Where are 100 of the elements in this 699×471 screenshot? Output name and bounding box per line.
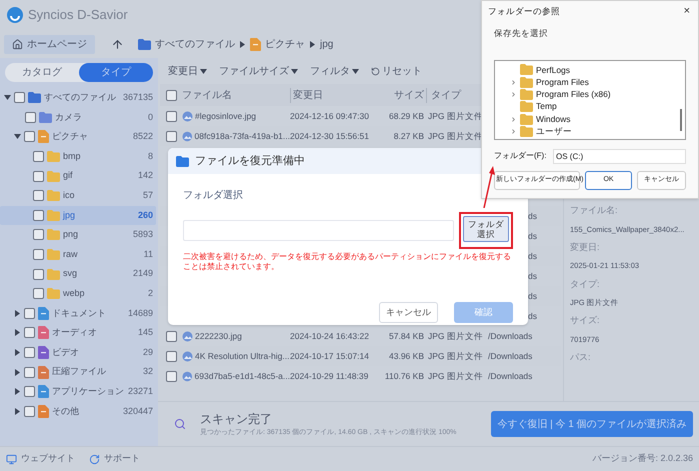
reset-button[interactable]: リセット (371, 64, 422, 78)
tree-item[interactable]: raw 11 (0, 244, 156, 264)
tree-item[interactable]: 圧縮ファイル 32 (0, 362, 156, 382)
folder-item[interactable]: Windows (509, 112, 677, 126)
tree-item[interactable]: カメラ 0 (0, 108, 156, 128)
tree-item[interactable]: gif 142 (0, 166, 156, 186)
sort-dropdown[interactable]: ファイルサイズ (219, 64, 298, 78)
caret-down-icon[interactable] (4, 94, 11, 102)
checkbox[interactable] (33, 170, 44, 182)
up-arrow-icon[interactable] (111, 38, 124, 50)
monitor-icon (6, 454, 17, 464)
caret-right-icon[interactable] (14, 329, 21, 336)
close-button[interactable]: × (682, 2, 692, 20)
checkbox[interactable] (33, 190, 44, 202)
checkbox[interactable] (166, 330, 176, 342)
checkbox[interactable] (24, 308, 35, 319)
column-header[interactable]: ファイル名 (182, 88, 290, 102)
modified-date: 2024-10-24 16:43:22 (290, 330, 369, 341)
tree-item[interactable]: ドキュメント 14689 (0, 304, 156, 324)
tree-item[interactable]: アプリケーション 23271 (0, 382, 156, 402)
file-name: 2222230.jpg (195, 330, 242, 342)
folder-icon (47, 210, 60, 221)
folder-name-field[interactable]: OS (C:) (553, 148, 686, 164)
checkbox[interactable] (166, 370, 176, 382)
home-button[interactable]: ホームページ (4, 34, 95, 54)
checkbox[interactable] (24, 347, 35, 358)
file-name: 693d7ba5-e1d1-48c5-a... (194, 370, 290, 382)
sort-dropdown[interactable]: 変更日 (168, 64, 207, 78)
folder-item[interactable]: ユーザー (509, 125, 677, 138)
checkbox[interactable] (33, 249, 44, 260)
checkbox[interactable] (166, 110, 176, 122)
breadcrumb-link[interactable]: ピクチャ (265, 36, 305, 52)
caret-right-icon[interactable] (14, 310, 21, 317)
version-text: バージョン番号: 2.0.2.36 (592, 452, 693, 466)
folder-item[interactable]: Program Files (x86) (509, 88, 677, 101)
tree-item[interactable]: オーディオ 145 (0, 323, 156, 343)
checkbox[interactable] (166, 90, 176, 100)
caret-down-icon[interactable] (200, 68, 207, 74)
checkbox[interactable] (33, 288, 44, 300)
folder-icon (47, 249, 60, 260)
checkbox[interactable] (14, 92, 25, 104)
column-header[interactable]: 変更日 (290, 88, 384, 102)
folder-item[interactable]: Temp (509, 100, 677, 113)
tree-item[interactable]: webp 2 (0, 284, 156, 304)
tree-label: ピクチャ (52, 130, 89, 144)
caret-down-icon[interactable] (291, 68, 298, 74)
tree-item[interactable]: png 5893 (0, 225, 156, 245)
caret-down-icon[interactable] (14, 133, 21, 140)
caret-right-icon[interactable] (14, 349, 21, 356)
item-count: 0 (148, 110, 153, 124)
footer-link[interactable]: サポート (89, 452, 140, 466)
caret-right-icon[interactable] (14, 408, 21, 415)
tree-item[interactable]: ico 57 (0, 186, 156, 206)
caret-down-icon[interactable] (352, 68, 359, 74)
sort-dropdown[interactable]: フィルタ (310, 64, 359, 78)
checkbox[interactable] (25, 112, 36, 123)
tree-item[interactable]: svg 2149 (0, 264, 156, 284)
warning-text: 二次被害を避けるため、データを復元する必要があるパーティションにファイルを復元することは禁止されています。 (183, 252, 512, 272)
browse-folder-button[interactable]: フォルダ選択 (463, 216, 509, 242)
checkbox[interactable] (166, 350, 176, 362)
tree-item[interactable]: その他 320447 (0, 402, 156, 422)
folder-item[interactable]: PerfLogs (509, 64, 677, 76)
caret-right-icon[interactable] (14, 368, 21, 376)
caret-right-icon[interactable] (239, 40, 246, 48)
tree-item[interactable]: ピクチャ 8522 (0, 127, 156, 147)
checkbox[interactable] (33, 229, 44, 240)
file-type: JPG 图片文件 (428, 130, 483, 141)
column-header[interactable]: タイプ (426, 88, 461, 102)
document-icon (38, 306, 49, 320)
tree-item[interactable]: ビデオ 29 (0, 342, 156, 362)
checkbox[interactable] (24, 131, 35, 142)
checkbox[interactable] (24, 366, 35, 378)
file-type: JPG 图片文件 (428, 330, 483, 341)
breadcrumb-link[interactable]: すべてのファイル (155, 36, 235, 52)
tree-item[interactable]: jpg 260 (0, 206, 156, 226)
tree-item[interactable]: bmp 8 (0, 146, 156, 166)
recover-button[interactable]: 今すぐ復旧 | 今 1 個のファイルが選択済み (491, 411, 693, 437)
view-tab[interactable]: カタログ (5, 63, 79, 82)
checkbox[interactable] (24, 406, 35, 417)
breadcrumb-link[interactable]: jpg (320, 36, 334, 52)
checkbox[interactable] (33, 151, 44, 162)
file-size: 110.76 KB (384, 370, 424, 382)
home-icon (12, 38, 23, 50)
checkbox[interactable] (33, 210, 44, 221)
footer-link[interactable]: ウェブサイト (6, 452, 75, 466)
folder-path-field[interactable] (183, 220, 454, 241)
folder-item[interactable]: Program Files (509, 76, 677, 88)
tree-label: その他 (52, 404, 80, 418)
cancel-button[interactable]: キャンセル (379, 302, 438, 323)
caret-right-icon[interactable] (14, 388, 21, 396)
checkbox[interactable] (24, 386, 35, 398)
checkbox[interactable] (166, 130, 176, 142)
tree-item[interactable]: すべてのファイル 367135 (0, 88, 156, 108)
checkbox[interactable] (24, 327, 35, 338)
view-tab[interactable]: タイプ (79, 63, 153, 82)
column-header[interactable]: サイズ (384, 88, 424, 102)
caret-right-icon[interactable] (309, 40, 316, 48)
scrollbar-thumb[interactable] (680, 108, 682, 131)
file-size: 8.27 KB (394, 130, 424, 142)
checkbox[interactable] (33, 268, 44, 280)
